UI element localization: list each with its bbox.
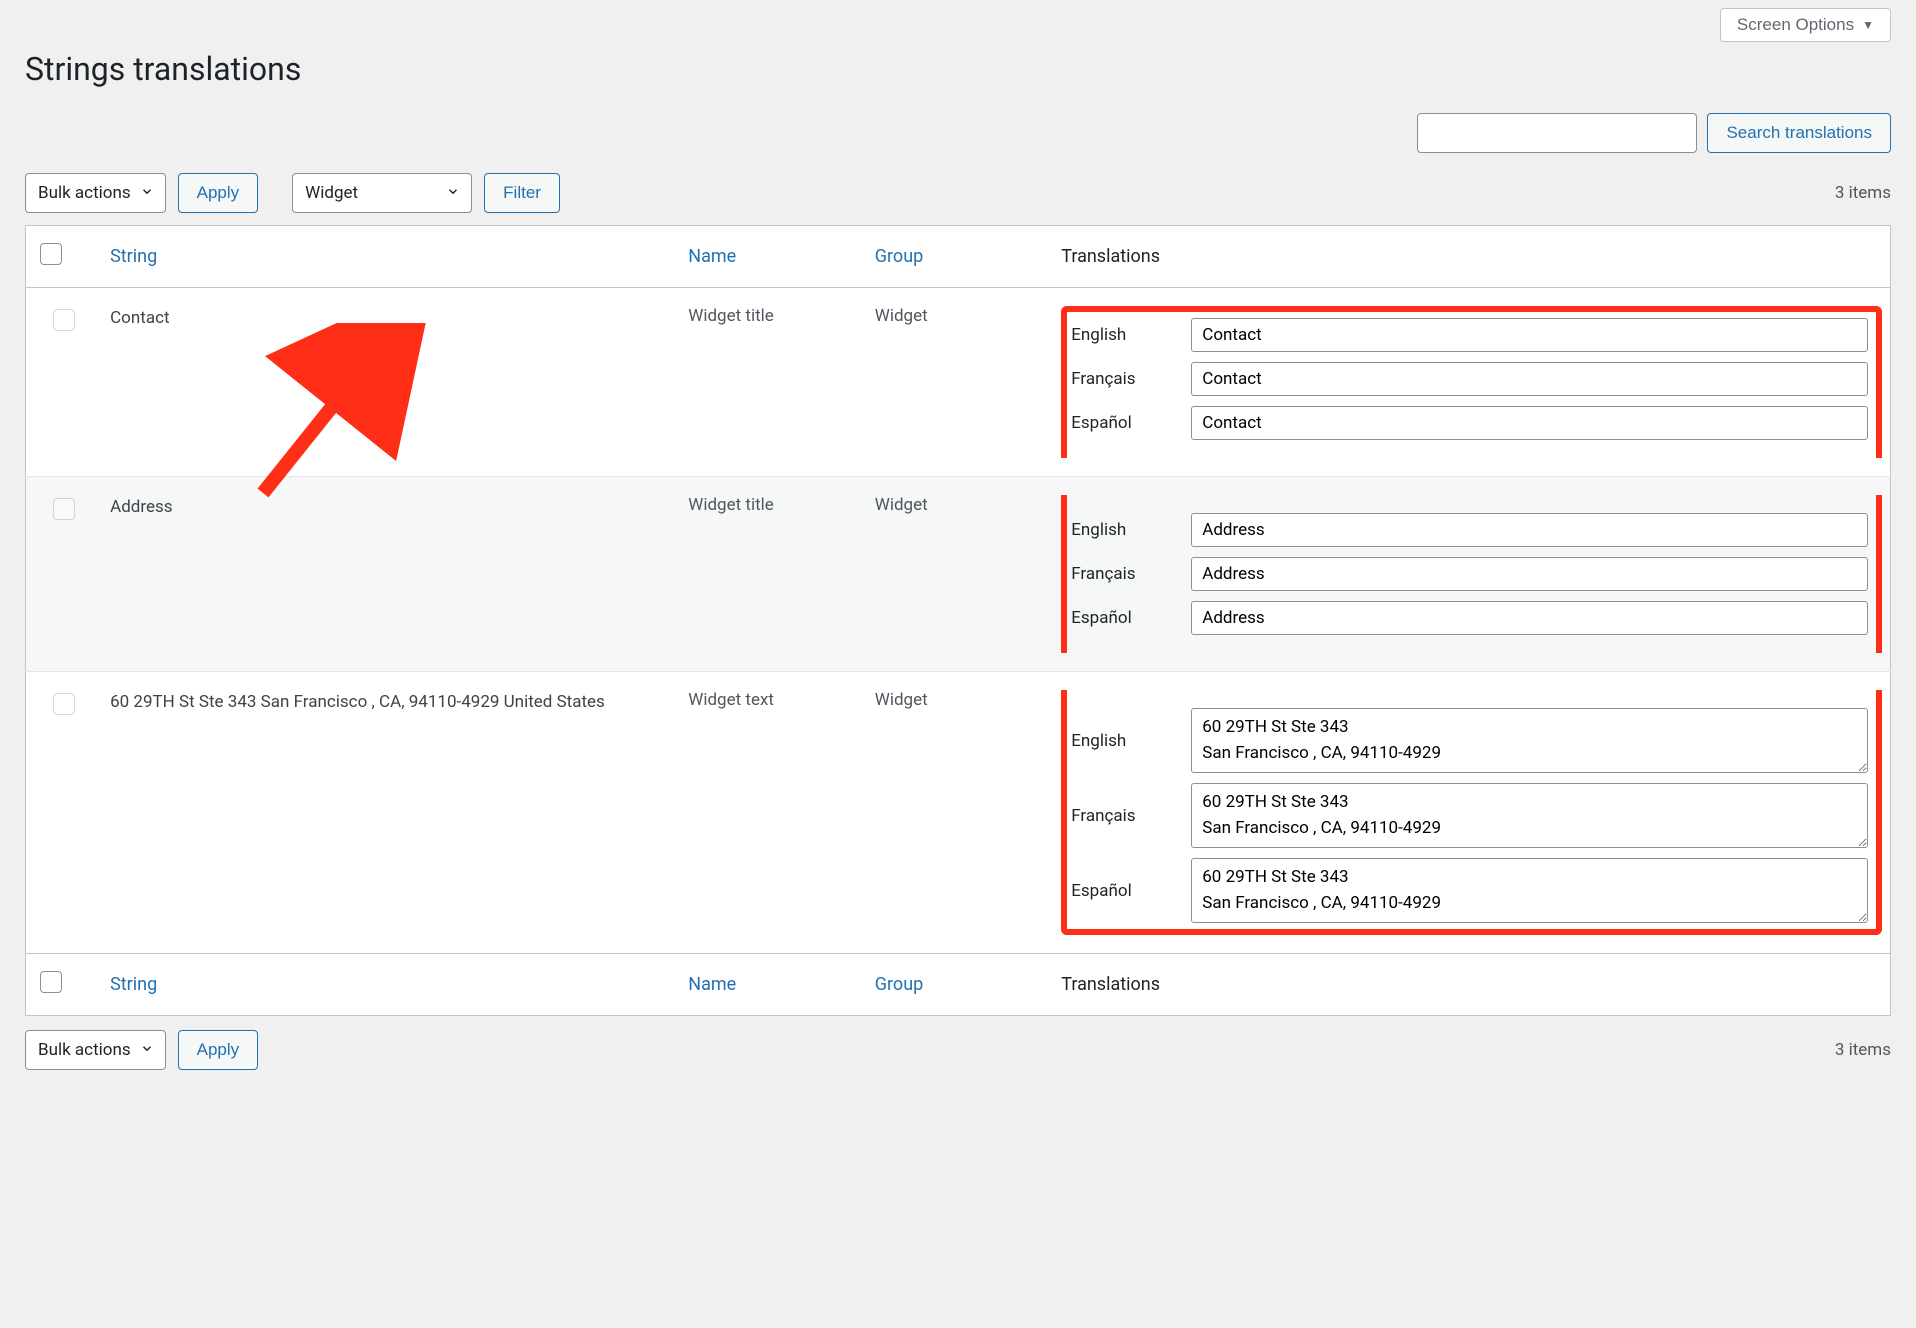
translation-input[interactable] <box>1191 601 1868 635</box>
select-all-checkbox[interactable] <box>40 243 62 265</box>
string-group: Widget <box>865 477 1052 672</box>
translation-input[interactable] <box>1191 557 1868 591</box>
table-row: 60 29TH St Ste 343 San Francisco , CA, 9… <box>26 672 1891 954</box>
translation-input[interactable] <box>1191 406 1868 440</box>
apply-button[interactable]: Apply <box>178 173 259 213</box>
translation-input[interactable] <box>1191 783 1868 848</box>
language-label: Español <box>1071 413 1171 433</box>
language-label: Español <box>1071 881 1171 901</box>
string-name: Widget text <box>678 672 865 954</box>
string-text: Contact <box>110 306 668 332</box>
translation-input[interactable] <box>1191 362 1868 396</box>
items-count: 3 items <box>1835 183 1891 203</box>
annotation-highlight: English Français Español <box>1061 306 1882 458</box>
select-all-checkbox-bottom[interactable] <box>40 971 62 993</box>
language-label: Français <box>1071 806 1171 826</box>
row-checkbox[interactable] <box>53 693 75 715</box>
annotation-highlight: English Français Español <box>1061 690 1882 935</box>
string-text: 60 29TH St Ste 343 San Francisco , CA, 9… <box>110 690 668 716</box>
bulk-actions-select[interactable]: Bulk actions <box>25 173 166 213</box>
screen-options-button[interactable]: Screen Options ▼ <box>1720 8 1891 42</box>
column-group[interactable]: Group <box>875 974 923 995</box>
search-input[interactable] <box>1417 113 1697 153</box>
column-group[interactable]: Group <box>875 246 923 267</box>
filter-button[interactable]: Filter <box>484 173 560 213</box>
translation-input[interactable] <box>1191 858 1868 923</box>
screen-options-label: Screen Options <box>1737 15 1854 35</box>
language-label: Español <box>1071 608 1171 628</box>
group-filter-select[interactable]: Widget <box>292 173 472 213</box>
translation-input[interactable] <box>1191 318 1868 352</box>
string-name: Widget title <box>678 477 865 672</box>
string-text: Address <box>110 495 668 521</box>
column-string[interactable]: String <box>110 246 157 267</box>
language-label: English <box>1071 325 1171 345</box>
column-string[interactable]: String <box>110 974 157 995</box>
row-checkbox[interactable] <box>53 309 75 331</box>
language-label: English <box>1071 731 1171 751</box>
column-translations: Translations <box>1051 954 1890 1016</box>
bulk-actions-select-bottom[interactable]: Bulk actions <box>25 1030 166 1070</box>
column-translations: Translations <box>1051 226 1890 288</box>
annotation-highlight: English Français Español <box>1061 495 1882 653</box>
translation-input[interactable] <box>1191 513 1868 547</box>
string-group: Widget <box>865 288 1052 477</box>
table-row: Address Widget titleWidget English Français… <box>26 477 1891 672</box>
string-name: Widget title <box>678 288 865 477</box>
column-name[interactable]: Name <box>688 974 736 995</box>
string-group: Widget <box>865 672 1052 954</box>
table-row: Contact Widget titleWidget English Français… <box>26 288 1891 477</box>
language-label: English <box>1071 520 1171 540</box>
translation-input[interactable] <box>1191 708 1868 773</box>
apply-button-bottom[interactable]: Apply <box>178 1030 259 1070</box>
chevron-down-icon: ▼ <box>1862 18 1874 32</box>
items-count-bottom: 3 items <box>1835 1040 1891 1060</box>
strings-table: String Name Group Translations Contact Wi… <box>25 225 1891 1016</box>
page-title: Strings translations <box>25 50 1891 88</box>
column-name[interactable]: Name <box>688 246 736 267</box>
search-translations-button[interactable]: Search translations <box>1707 113 1891 153</box>
language-label: Français <box>1071 564 1171 584</box>
language-label: Français <box>1071 369 1171 389</box>
row-checkbox[interactable] <box>53 498 75 520</box>
